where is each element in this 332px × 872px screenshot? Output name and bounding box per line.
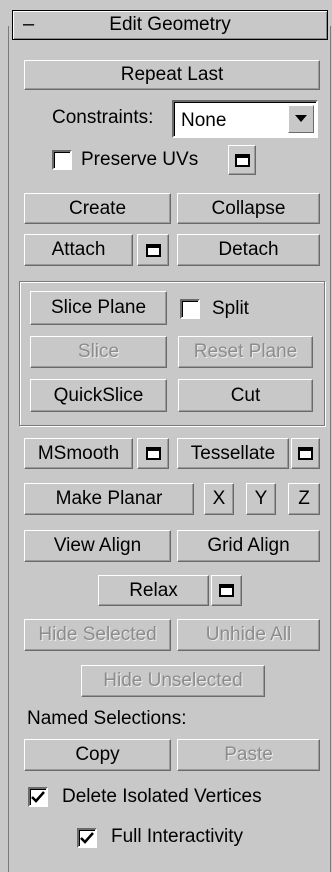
make-planar-button[interactable]: Make Planar: [24, 483, 194, 515]
attach-button[interactable]: Attach: [24, 234, 133, 266]
unhide-all-button[interactable]: Unhide All: [177, 619, 320, 651]
named-selections-label: Named Selections:: [27, 708, 187, 729]
grid-align-button[interactable]: Grid Align: [177, 530, 320, 562]
view-align-button[interactable]: View Align: [24, 530, 171, 562]
rollout-header[interactable]: – Edit Geometry: [12, 10, 328, 40]
split-label: Split: [212, 298, 249, 319]
hide-unselected-button[interactable]: Hide Unselected: [81, 665, 265, 697]
preserve-uvs-label: Preserve UVs: [81, 149, 199, 170]
reset-plane-button[interactable]: Reset Plane: [178, 336, 313, 368]
settings-window-icon: [145, 447, 161, 460]
full-interactivity-checkbox[interactable]: [77, 828, 97, 848]
settings-window-icon: [219, 584, 234, 597]
settings-window-icon: [145, 243, 161, 257]
constraints-dropdown[interactable]: None: [172, 100, 318, 138]
dropdown-arrow-icon[interactable]: [288, 105, 314, 133]
split-checkbox[interactable]: [180, 299, 200, 319]
delete-isolated-vertices-label: Delete Isolated Vertices: [62, 786, 262, 807]
detach-button[interactable]: Detach: [177, 234, 320, 266]
settings-window-icon: [298, 447, 313, 460]
quickslice-button[interactable]: QuickSlice: [30, 379, 167, 412]
attach-settings-button[interactable]: [137, 234, 169, 266]
msmooth-button[interactable]: MSmooth: [24, 438, 133, 469]
z-align-button[interactable]: Z: [288, 483, 320, 515]
copy-button[interactable]: Copy: [24, 739, 171, 771]
preserve-uvs-checkbox[interactable]: [52, 150, 72, 170]
rollout-frame-right: [330, 26, 331, 872]
rollout-title: Edit Geometry: [109, 14, 231, 35]
repeat-last-button[interactable]: Repeat Last: [24, 60, 320, 90]
checkmark-icon: [31, 791, 45, 803]
constraints-value: None: [181, 110, 227, 131]
x-align-button[interactable]: X: [204, 483, 234, 515]
delete-isolated-vertices-checkbox[interactable]: [28, 787, 48, 807]
tessellate-button[interactable]: Tessellate: [177, 438, 289, 469]
hide-selected-button[interactable]: Hide Selected: [24, 619, 171, 651]
settings-window-icon: [234, 153, 250, 167]
constraints-label: Constraints:: [52, 107, 154, 128]
paste-button[interactable]: Paste: [177, 739, 320, 771]
rollout-frame-left: [8, 26, 9, 872]
y-align-button[interactable]: Y: [246, 483, 276, 515]
preserve-uvs-settings-button[interactable]: [228, 145, 256, 175]
cut-button[interactable]: Cut: [178, 379, 313, 412]
msmooth-settings-button[interactable]: [137, 438, 169, 469]
checkmark-icon: [80, 832, 94, 844]
edit-geometry-panel: { "rollout": { "collapse_glyph": "–", "t…: [0, 0, 332, 872]
tessellate-settings-button[interactable]: [291, 438, 320, 469]
relax-settings-button[interactable]: [211, 575, 242, 606]
slice-button[interactable]: Slice: [30, 336, 167, 368]
relax-button[interactable]: Relax: [98, 575, 209, 606]
collapse-button[interactable]: Collapse: [177, 193, 320, 224]
create-button[interactable]: Create: [24, 193, 171, 224]
slice-plane-button[interactable]: Slice Plane: [30, 291, 167, 325]
full-interactivity-label: Full Interactivity: [111, 826, 243, 847]
